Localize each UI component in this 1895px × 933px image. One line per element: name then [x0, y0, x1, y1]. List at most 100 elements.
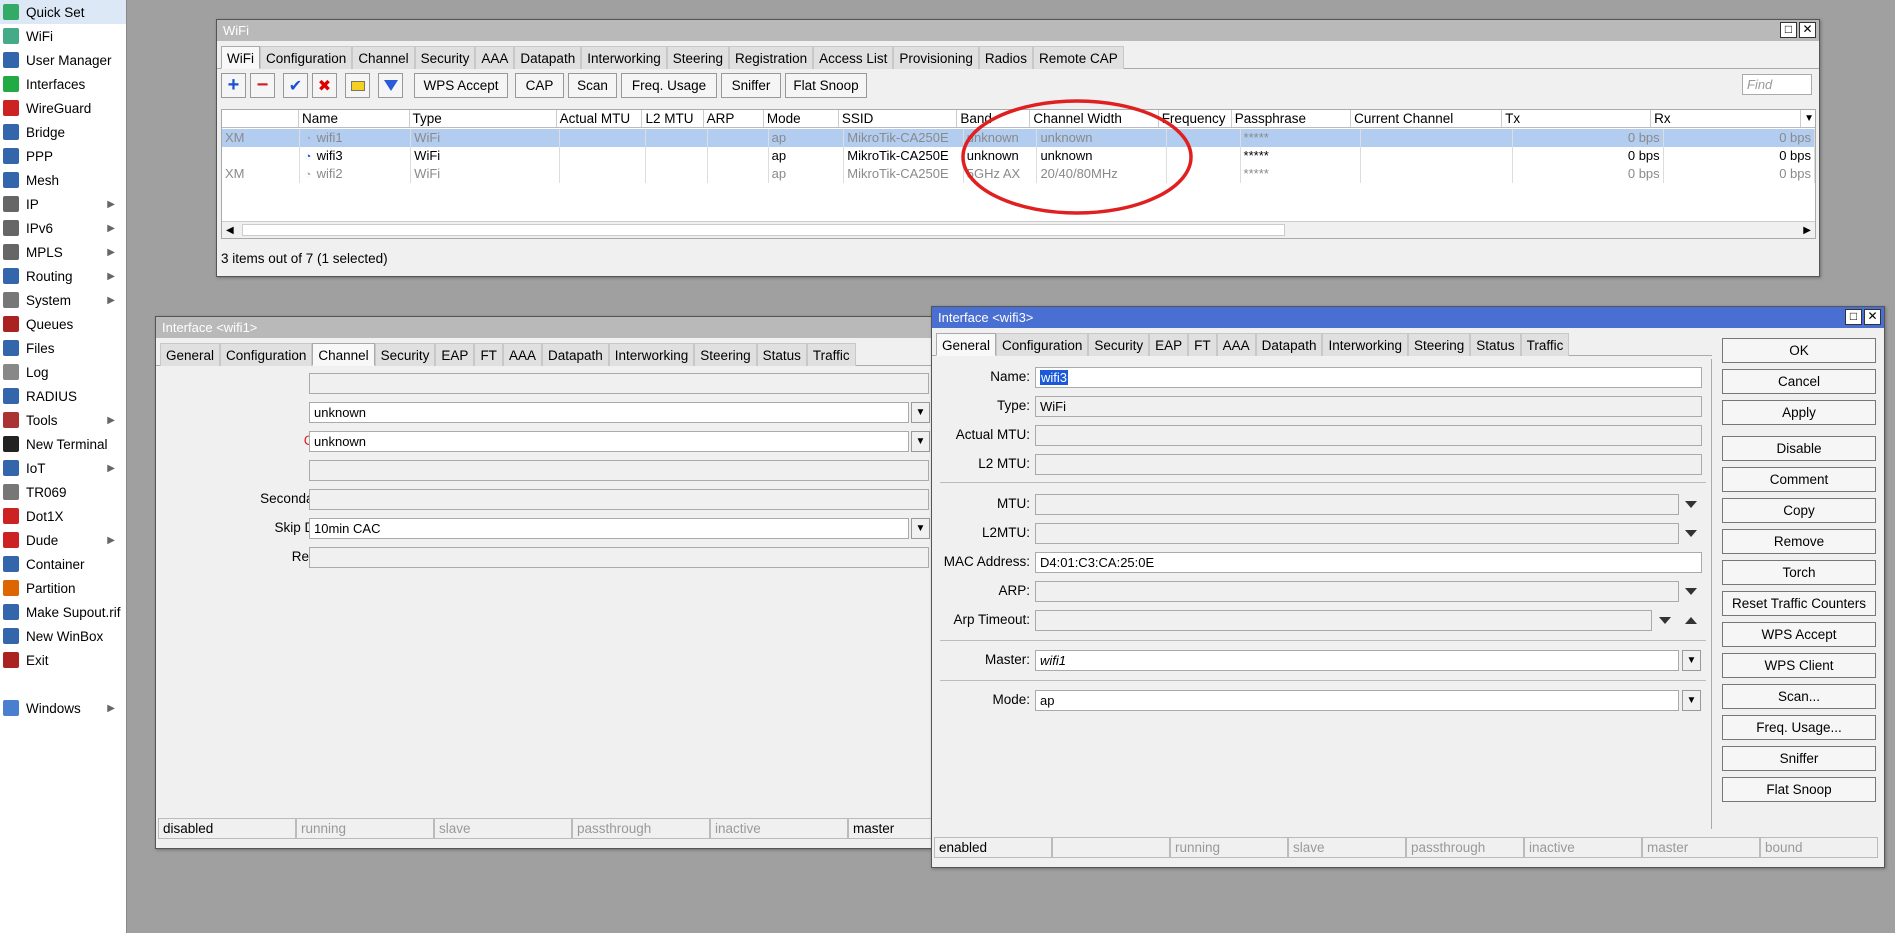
tab-channel[interactable]: Channel	[352, 46, 415, 69]
tab-status[interactable]: Status	[756, 343, 807, 366]
copy-button[interactable]: Copy	[1722, 498, 1876, 523]
cancel-button[interactable]: Cancel	[1722, 369, 1876, 394]
dropdown-arrow-icon[interactable]: ▼	[911, 431, 930, 452]
sidebar-item-bridge[interactable]: Bridge	[0, 120, 126, 144]
tab-security[interactable]: Security	[374, 343, 436, 366]
sidebar-item-system[interactable]: System ▶	[0, 288, 126, 312]
column-header-arp[interactable]: ARP	[704, 110, 764, 127]
sidebar-item-log[interactable]: Log	[0, 360, 126, 384]
cap-button[interactable]: CAP	[515, 73, 564, 98]
scroll-thumb[interactable]	[242, 224, 1285, 236]
tab-interworking[interactable]: Interworking	[581, 46, 667, 69]
horizontal-scrollbar[interactable]: ◀ ▶	[222, 221, 1815, 238]
column-header-tx[interactable]: Tx	[1502, 110, 1652, 127]
collapse-arrow-icon[interactable]	[1685, 617, 1697, 624]
remove-button[interactable]: −	[250, 73, 275, 98]
freq-usage-button[interactable]: Freq. Usage	[621, 73, 717, 98]
sidebar-item-wireguard[interactable]: WireGuard	[0, 96, 126, 120]
tab-radios[interactable]: Radios	[978, 46, 1033, 69]
sidebar-item-ip[interactable]: IP ▶	[0, 192, 126, 216]
tab-traffic[interactable]: Traffic	[1520, 333, 1570, 356]
actual-mtu-field[interactable]	[1035, 425, 1702, 446]
dropdown-arrow-icon[interactable]	[1685, 588, 1697, 595]
remove-button[interactable]: Remove	[1722, 529, 1876, 554]
sidebar-item-radius[interactable]: RADIUS	[0, 384, 126, 408]
expand-arrow-icon[interactable]	[1659, 617, 1671, 624]
tab-datapath[interactable]: Datapath	[1255, 333, 1323, 356]
tab-steering[interactable]: Steering	[666, 46, 730, 69]
tab-general[interactable]: General	[936, 333, 997, 356]
tab-wifi[interactable]: WiFi	[221, 46, 260, 69]
sidebar-item-windows[interactable]: Windows ▶	[0, 696, 126, 720]
column-header-passphrase[interactable]: Passphrase	[1232, 110, 1352, 127]
column-header-flags[interactable]	[222, 110, 299, 127]
secondary-frequency-field[interactable]	[309, 489, 929, 510]
tab-channel[interactable]: Channel	[312, 343, 375, 366]
tab-aaa[interactable]: AAA	[475, 46, 515, 69]
tab-interworking[interactable]: Interworking	[608, 343, 695, 366]
sidebar-item-quick-set[interactable]: Quick Set	[0, 0, 126, 24]
tab-steering[interactable]: Steering	[1408, 333, 1471, 356]
tab-security[interactable]: Security	[1088, 333, 1150, 356]
tab-security[interactable]: Security	[414, 46, 476, 69]
ok-button[interactable]: OK	[1722, 338, 1876, 363]
wps-accept-button[interactable]: WPS Accept	[414, 73, 508, 98]
column-header-ssid[interactable]: SSID	[839, 110, 958, 127]
disable-button[interactable]: ✖	[312, 73, 337, 98]
sidebar-item-ipv6[interactable]: IPv6 ▶	[0, 216, 126, 240]
maximize-button[interactable]: □	[1845, 309, 1862, 325]
sidebar-item-make-supout-rif[interactable]: Make Supout.rif	[0, 600, 126, 624]
l2mtu-field[interactable]	[1035, 523, 1679, 544]
dropdown-arrow-icon[interactable]: ▼	[911, 402, 930, 423]
filter-button[interactable]	[378, 73, 403, 98]
tab-eap[interactable]: EAP	[435, 343, 475, 366]
sidebar-item-dot1x[interactable]: Dot1X	[0, 504, 126, 528]
wps-client-button[interactable]: WPS Client	[1722, 653, 1876, 678]
skip-dfs-channels-field[interactable]: 10min CAC	[309, 518, 909, 539]
tab-configuration[interactable]: Configuration	[220, 343, 313, 366]
tab-status[interactable]: Status	[1470, 333, 1521, 356]
tab-traffic[interactable]: Traffic	[806, 343, 856, 366]
comment-button[interactable]: Comment	[1722, 467, 1876, 492]
arp-timeout-field[interactable]	[1035, 610, 1652, 631]
sidebar-item-mesh[interactable]: Mesh	[0, 168, 126, 192]
tab-configuration[interactable]: Configuration	[996, 333, 1089, 356]
comment-button[interactable]	[345, 73, 370, 98]
wifi1-window-title[interactable]: Interface <wifi1>	[156, 317, 936, 338]
master-field[interactable]: wifi1	[1035, 650, 1679, 671]
name-field[interactable]: wifi3	[1035, 367, 1702, 388]
arp-field[interactable]	[1035, 581, 1679, 602]
sidebar-item-ppp[interactable]: PPP	[0, 144, 126, 168]
flat-snoop-button[interactable]: Flat Snoop	[1722, 777, 1876, 802]
tab-eap[interactable]: EAP	[1149, 333, 1189, 356]
sidebar-item-exit[interactable]: Exit	[0, 648, 126, 672]
maximize-button[interactable]: □	[1780, 22, 1797, 38]
tab-aaa[interactable]: AAA	[502, 343, 542, 366]
l2-mtu-field[interactable]	[1035, 454, 1702, 475]
channel-field[interactable]	[309, 373, 929, 394]
flat-snoop-button[interactable]: Flat Snoop	[785, 73, 867, 98]
tab-ft[interactable]: FT	[1188, 333, 1217, 356]
sidebar-item-wifi[interactable]: WiFi	[0, 24, 126, 48]
tab-configuration[interactable]: Configuration	[260, 46, 353, 69]
sidebar-item-partition[interactable]: Partition	[0, 576, 126, 600]
type-field[interactable]: WiFi	[1035, 396, 1702, 417]
scan-button[interactable]: Scan...	[1722, 684, 1876, 709]
sidebar-item-mpls[interactable]: MPLS ▶	[0, 240, 126, 264]
find-input[interactable]: Find	[1742, 74, 1812, 95]
tab-datapath[interactable]: Datapath	[514, 46, 582, 69]
sidebar-item-files[interactable]: Files	[0, 336, 126, 360]
mode-field[interactable]: ap	[1035, 690, 1679, 711]
frequency-field[interactable]	[309, 460, 929, 481]
disable-button[interactable]: Disable	[1722, 436, 1876, 461]
column-chooser-arrow[interactable]: ▼	[1801, 110, 1815, 127]
tab-general[interactable]: General	[160, 343, 221, 366]
sidebar-item-new-winbox[interactable]: New WinBox	[0, 624, 126, 648]
dropdown-arrow-icon[interactable]: ▼	[1682, 650, 1701, 671]
mtu-field[interactable]	[1035, 494, 1679, 515]
sidebar-item-tools[interactable]: Tools ▶	[0, 408, 126, 432]
sidebar-item-iot[interactable]: IoT ▶	[0, 456, 126, 480]
scroll-right-arrow[interactable]: ▶	[1803, 225, 1811, 236]
column-header-actual-mtu[interactable]: Actual MTU	[557, 110, 643, 127]
dropdown-arrow-icon[interactable]: ▼	[911, 518, 930, 539]
